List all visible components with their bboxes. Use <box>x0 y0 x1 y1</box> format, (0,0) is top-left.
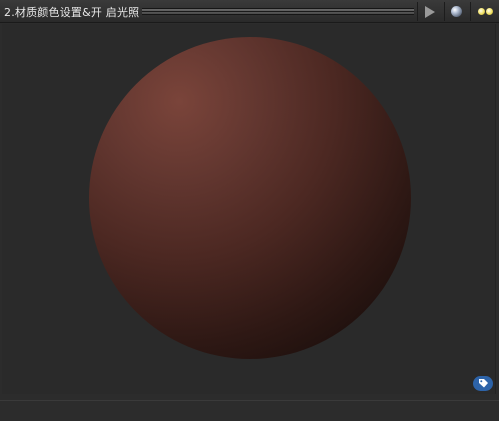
play-icon <box>424 5 435 18</box>
lights-toggle-button[interactable] <box>470 2 499 21</box>
preview-sphere <box>89 37 411 359</box>
material-preview-window: 2.材质颜色设置&开 启光照 <box>0 0 499 421</box>
title-bar[interactable]: 2.材质颜色设置&开 启光照 <box>0 0 499 23</box>
footer-divider <box>0 400 499 401</box>
tag-button[interactable] <box>473 376 493 391</box>
sphere-preview-icon <box>451 6 462 17</box>
preview-viewport[interactable] <box>2 24 496 394</box>
light-dot-icon <box>485 8 493 15</box>
tag-icon <box>478 379 488 388</box>
play-button[interactable] <box>417 2 441 21</box>
sphere-preview-button[interactable] <box>444 2 468 21</box>
drag-grip[interactable] <box>142 8 414 15</box>
lights-toggle-icon <box>477 8 493 15</box>
light-dot-icon <box>477 8 485 15</box>
window-title: 2.材质颜色设置&开 启光照 <box>4 6 140 19</box>
